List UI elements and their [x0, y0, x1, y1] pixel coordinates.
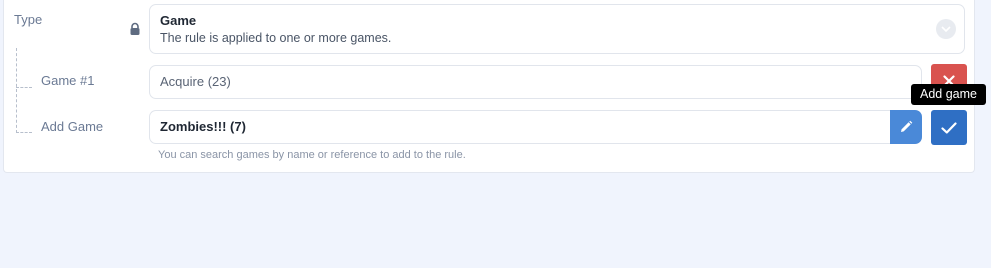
add-game-help-text: You can search games by name or referenc…: [158, 149, 466, 161]
lock-icon: [128, 22, 142, 36]
edit-game-button[interactable]: [890, 110, 922, 144]
check-icon: [941, 121, 957, 134]
type-selected-title: Game: [160, 13, 197, 28]
add-game-button[interactable]: [931, 110, 967, 145]
tree-branch: [16, 87, 32, 88]
rule-form-panel: Type Game The rule is applied to one or …: [3, 0, 986, 173]
game-row-label: Game #1: [41, 73, 95, 88]
type-selected-description: The rule is applied to one or more games…: [160, 31, 392, 45]
add-game-tooltip: Add game: [911, 84, 986, 105]
add-game-label: Add Game: [41, 119, 104, 134]
chevron-down-icon[interactable]: [936, 19, 956, 39]
pencil-icon: [901, 120, 913, 132]
type-label: Type: [14, 12, 43, 27]
game-field[interactable]: Acquire (23): [149, 65, 922, 99]
add-game-input[interactable]: Zombies!!! (7): [149, 110, 892, 144]
tree-branch: [16, 132, 32, 133]
tree-connector: [16, 48, 17, 133]
type-select[interactable]: Game The rule is applied to one or more …: [149, 4, 965, 54]
